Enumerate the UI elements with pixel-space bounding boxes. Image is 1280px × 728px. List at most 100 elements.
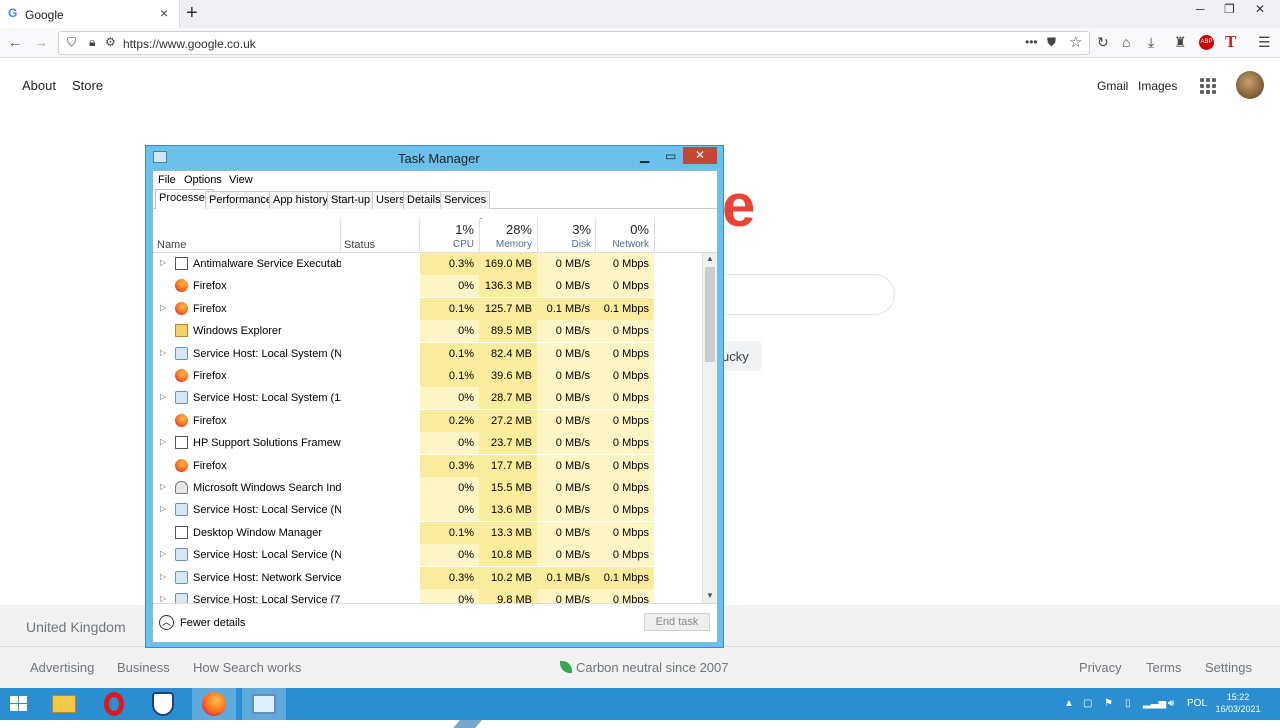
- process-row[interactable]: ▷ Service Host: Local Service (No ... 0%13…: [153, 499, 702, 522]
- taskbar-task-manager[interactable]: [242, 688, 286, 720]
- tm-minimize-button[interactable]: ▁: [640, 149, 649, 163]
- action-center-flag-icon[interactable]: ⚑: [1104, 698, 1113, 709]
- volume-icon[interactable]: 🔊︎: [1168, 698, 1174, 709]
- forward-icon[interactable]: →: [34, 34, 48, 50]
- expand-arrow-icon[interactable]: ▷: [160, 549, 166, 558]
- menu-hamburger-icon[interactable]: ☰: [1258, 34, 1271, 51]
- menu-options[interactable]: Options: [184, 174, 222, 186]
- process-row[interactable]: ▷ Antimalware Service Executable 0.3% 169.0…: [153, 253, 702, 275]
- menu-view[interactable]: View: [229, 174, 253, 186]
- process-row[interactable]: Firefox 0% 136.3 MB 0 MB/s 0 Mbps: [153, 275, 702, 298]
- expand-arrow-icon[interactable]: ▷: [160, 482, 166, 491]
- process-row[interactable]: ▷ Service Host: Local System (11) 0% 28.7 M…: [153, 387, 702, 410]
- col-cpu[interactable]: CPU: [420, 239, 474, 250]
- settings-link[interactable]: Settings: [1205, 660, 1252, 675]
- library-icon[interactable]: ♜: [1174, 34, 1187, 51]
- process-row[interactable]: ▷ HP Support Solutions Framewor... 0%23.7 …: [153, 432, 702, 455]
- process-row[interactable]: ▷ Service Host: Local Service (7) 0% 9.8 MB…: [153, 589, 702, 603]
- process-row[interactable]: Firefox 0.2% 27.2 MB 0 MB/s 0 Mbps: [153, 409, 702, 432]
- expand-arrow-icon[interactable]: ▷: [160, 348, 166, 357]
- process-row[interactable]: Desktop Window Manager 0.1% 13.3 MB 0 MB/s 0…: [153, 521, 702, 544]
- bookmark-star-icon[interactable]: ☆: [1069, 33, 1082, 51]
- process-row[interactable]: ▷ Microsoft Windows Search Inde... 0% 15.5 …: [153, 477, 702, 499]
- back-icon[interactable]: ←: [8, 34, 22, 50]
- system-clock[interactable]: 15:22 16/03/2021: [1212, 691, 1264, 715]
- translate-extension-icon[interactable]: T: [1225, 32, 1236, 52]
- carbon-neutral-link[interactable]: Carbon neutral since 2007: [576, 660, 729, 675]
- adblock-icon[interactable]: ABP: [1199, 35, 1214, 50]
- col-memory[interactable]: Memory: [480, 239, 532, 250]
- taskbar-file-explorer[interactable]: [42, 688, 86, 720]
- downloads-icon[interactable]: ⤓: [1148, 34, 1154, 51]
- scroll-down-icon[interactable]: ▼: [706, 591, 714, 600]
- page-actions-icon[interactable]: •••: [1025, 35, 1038, 49]
- expand-arrow-icon[interactable]: ▷: [160, 303, 166, 312]
- expand-arrow-icon[interactable]: ▷: [160, 437, 166, 446]
- expand-arrow-icon[interactable]: ▷: [160, 504, 166, 513]
- images-link[interactable]: Images: [1138, 79, 1177, 93]
- expand-arrow-icon[interactable]: ▷: [160, 392, 166, 401]
- input-language[interactable]: POL: [1187, 698, 1207, 709]
- url-text[interactable]: https://www.google.co.uk: [123, 37, 256, 51]
- expand-arrow-icon[interactable]: ▷: [160, 594, 166, 603]
- minimize-window-button[interactable]: ─: [1196, 2, 1205, 16]
- process-row[interactable]: Windows Explorer 0% 89.5 MB 0 MB/s 0 Mbps: [153, 320, 702, 343]
- cpu-total[interactable]: 1%: [420, 222, 474, 237]
- account-avatar[interactable]: [1236, 71, 1264, 99]
- tab-details[interactable]: Details: [403, 191, 445, 209]
- menu-file[interactable]: File: [158, 174, 176, 186]
- taskbar-vpn[interactable]: [142, 688, 186, 720]
- expand-arrow-icon[interactable]: ▷: [160, 572, 166, 581]
- google-apps-icon[interactable]: [1200, 78, 1216, 94]
- col-name[interactable]: Name: [157, 239, 186, 251]
- tm-close-button[interactable]: ✕: [683, 147, 717, 164]
- advertising-link[interactable]: Advertising: [30, 660, 94, 675]
- scroll-up-icon[interactable]: ▲: [706, 254, 714, 263]
- taskbar-opera[interactable]: [92, 688, 136, 720]
- how-search-works-link[interactable]: How Search works: [193, 660, 301, 675]
- gmail-link[interactable]: Gmail: [1097, 79, 1128, 93]
- col-status[interactable]: Status: [344, 239, 375, 251]
- about-link[interactable]: About: [22, 78, 56, 93]
- process-row[interactable]: Firefox 0.1% 39.6 MB 0 MB/s 0 Mbps: [153, 365, 702, 387]
- memory-total[interactable]: 28%: [480, 222, 532, 237]
- store-link[interactable]: Store: [72, 78, 103, 93]
- home-icon[interactable]: ⌂: [1122, 34, 1130, 50]
- col-network[interactable]: Network: [596, 239, 649, 250]
- url-bar[interactable]: ⛉ 🔒︎ ⚙ https://www.google.co.uk ••• ⛊ ☆: [58, 31, 1090, 55]
- pocket-icon[interactable]: ⛊: [1047, 35, 1056, 50]
- windows-start-icon[interactable]: [10, 696, 28, 712]
- tab-services[interactable]: Services: [440, 191, 491, 209]
- expand-arrow-icon[interactable]: ▷: [160, 258, 166, 267]
- collapse-chevron-icon[interactable]: ︿: [159, 615, 174, 630]
- business-link[interactable]: Business: [117, 660, 170, 675]
- process-row[interactable]: ▷ Service Host: Local Service (Net... 0%10…: [153, 544, 702, 567]
- desktop-icon[interactable]: ▢: [1083, 698, 1092, 709]
- browser-tab[interactable]: G Google ×: [0, 0, 180, 28]
- process-row[interactable]: ▷ Service Host: Network Service (4) 0.3%10…: [153, 566, 702, 589]
- tracking-shield-icon[interactable]: ⛉: [67, 35, 76, 50]
- process-row[interactable]: ▷ Firefox 0.1% 125.7 MB 0.1 MB/s 0.1 Mbps: [153, 297, 702, 320]
- device-icon[interactable]: ▯: [1125, 698, 1131, 709]
- privacy-link[interactable]: Privacy: [1079, 660, 1122, 675]
- tm-maximize-button[interactable]: ▭: [665, 149, 676, 163]
- reload-icon[interactable]: ↻: [1097, 34, 1109, 51]
- tab-app-history[interactable]: App history: [269, 191, 333, 209]
- taskbar-firefox[interactable]: [192, 688, 236, 720]
- network-total[interactable]: 0%: [596, 222, 649, 237]
- close-window-button[interactable]: ✕: [1255, 2, 1265, 16]
- terms-link[interactable]: Terms: [1146, 660, 1181, 675]
- process-row[interactable]: ▷ Service Host: Local System (Net... 0.1%8…: [153, 342, 702, 365]
- process-list-scrollbar[interactable]: ▲ ▼: [702, 253, 717, 603]
- end-task-button[interactable]: End task: [644, 613, 710, 631]
- col-disk[interactable]: Disk: [538, 239, 591, 250]
- task-manager-titlebar[interactable]: Task Manager ▁ ▭ ✕: [146, 146, 723, 170]
- permissions-icon[interactable]: ⚙: [105, 35, 116, 49]
- signal-icon[interactable]: ▂▃▅: [1143, 698, 1166, 709]
- lock-icon[interactable]: 🔒︎: [89, 35, 95, 50]
- close-tab-icon[interactable]: ×: [160, 5, 168, 21]
- process-row[interactable]: Firefox 0.3% 17.7 MB 0 MB/s 0 Mbps: [153, 454, 702, 477]
- new-tab-button[interactable]: +: [186, 2, 198, 25]
- disk-total[interactable]: 3%: [538, 222, 591, 237]
- scroll-thumb[interactable]: [705, 267, 715, 362]
